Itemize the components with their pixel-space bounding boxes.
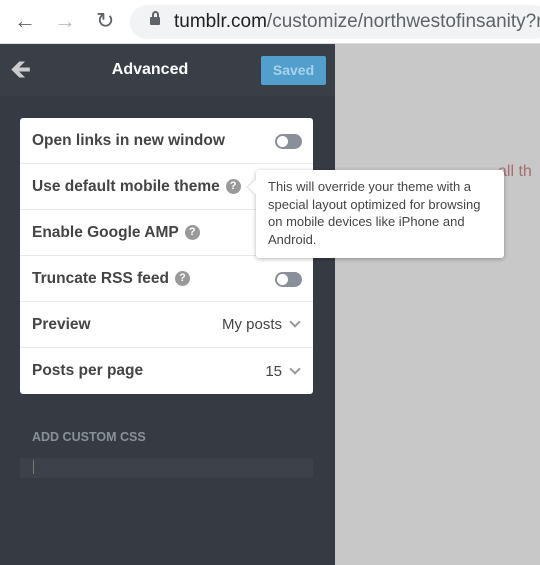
setting-label: Posts per page: [32, 362, 144, 379]
custom-css-input[interactable]: [20, 458, 313, 478]
reload-icon[interactable]: ↻: [96, 8, 114, 34]
browser-toolbar: ← → ↻ tumblr.com/customize/northwestofin…: [0, 0, 540, 44]
help-icon[interactable]: ?: [184, 225, 200, 240]
sidebar-header: 🡸 Advanced Saved: [0, 44, 335, 96]
open-links-toggle[interactable]: [275, 134, 302, 149]
tooltip: This will override your theme with a spe…: [256, 170, 504, 258]
url-path: /customize/northwestofinsanity?red: [266, 11, 540, 32]
posts-per-page-select[interactable]: 15: [265, 362, 301, 380]
setting-label: Open links in new window: [32, 131, 225, 149]
setting-label: Use default mobile theme: [32, 177, 220, 195]
preview-value: My posts: [221, 316, 282, 333]
chevron-down-icon: [289, 362, 301, 375]
preview-select[interactable]: My posts: [221, 316, 301, 333]
sidebar: 🡸 Advanced Saved Open links in new windo…: [0, 44, 335, 565]
lock-icon: [150, 11, 160, 25]
custom-css-label: ADD CUSTOM CSS: [32, 430, 146, 444]
text-caret: [33, 460, 34, 474]
back-arrow-icon[interactable]: ←: [14, 8, 36, 34]
setting-posts-per-page[interactable]: Posts per page 15: [20, 348, 313, 394]
help-icon[interactable]: ?: [225, 179, 241, 194]
setting-label: Enable Google AMP: [32, 223, 179, 241]
help-icon[interactable]: ?: [174, 271, 190, 286]
setting-label: Truncate RSS feed: [32, 269, 169, 287]
saved-button[interactable]: Saved: [261, 56, 326, 85]
forward-arrow-icon[interactable]: →: [54, 8, 76, 34]
truncate-rss-toggle[interactable]: [275, 272, 302, 287]
chevron-down-icon: [289, 316, 301, 328]
page-title: Advanced: [111, 61, 189, 78]
setting-preview[interactable]: Preview My posts: [20, 302, 313, 348]
address-bar[interactable]: tumblr.com/customize/northwestofinsanity…: [130, 5, 540, 39]
setting-truncate-rss[interactable]: Truncate RSS feed?: [20, 256, 313, 302]
posts-per-page-value: 15: [265, 362, 282, 380]
url-host: tumblr.com: [174, 11, 267, 32]
setting-open-links[interactable]: Open links in new window: [20, 118, 313, 164]
setting-label: Preview: [32, 315, 91, 333]
